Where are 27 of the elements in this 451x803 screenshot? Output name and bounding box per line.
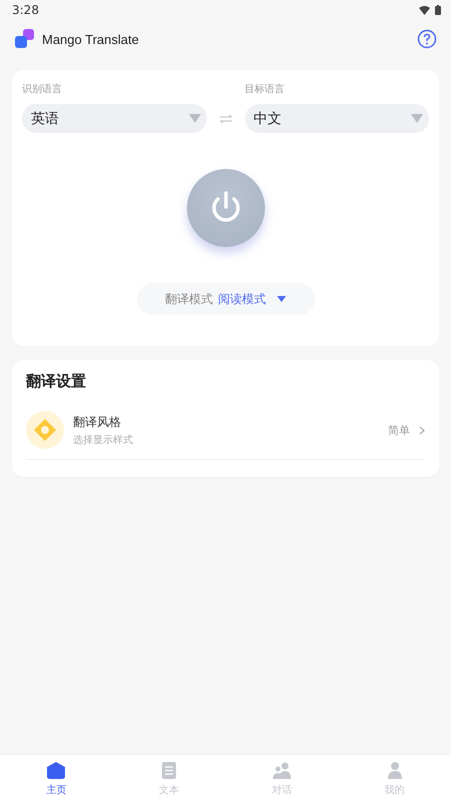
document-icon bbox=[162, 762, 176, 778]
source-language-dropdown[interactable]: 英语 bbox=[22, 104, 206, 133]
source-language-label: 识别语言 bbox=[22, 82, 63, 96]
target-language-dropdown[interactable]: 中文 bbox=[244, 104, 429, 133]
section-title: 翻译设置 bbox=[26, 372, 87, 391]
power-button[interactable] bbox=[186, 169, 264, 247]
swap-icon[interactable] bbox=[218, 114, 232, 124]
nav-tab[interactable]: 主页 bbox=[0, 755, 113, 803]
target-language-label: 目标语言 bbox=[244, 82, 286, 96]
dropdown-icon bbox=[188, 114, 200, 123]
app-logo-icon bbox=[14, 28, 36, 50]
app-title: Mango Translate bbox=[42, 32, 139, 46]
item-subtitle: 选择显示样式 bbox=[73, 434, 134, 446]
dropdown-icon bbox=[411, 114, 423, 123]
status-time: 3:28 bbox=[12, 3, 39, 17]
help-icon[interactable] bbox=[417, 29, 437, 49]
caret-icon bbox=[277, 296, 286, 302]
home-icon bbox=[47, 762, 66, 778]
person-icon bbox=[388, 762, 402, 778]
people-icon bbox=[272, 762, 291, 778]
settings-item[interactable]: 翻译风格 选择显示样式 简单 bbox=[26, 411, 425, 460]
translation-mode-selector[interactable]: 翻译模式 阅读模式 bbox=[136, 283, 314, 315]
item-value: 简单 bbox=[388, 422, 410, 438]
item-title: 翻译风格 bbox=[73, 414, 122, 430]
battery-icon bbox=[435, 5, 441, 15]
chevron-right-icon bbox=[419, 426, 425, 434]
wifi-icon bbox=[419, 6, 430, 14]
